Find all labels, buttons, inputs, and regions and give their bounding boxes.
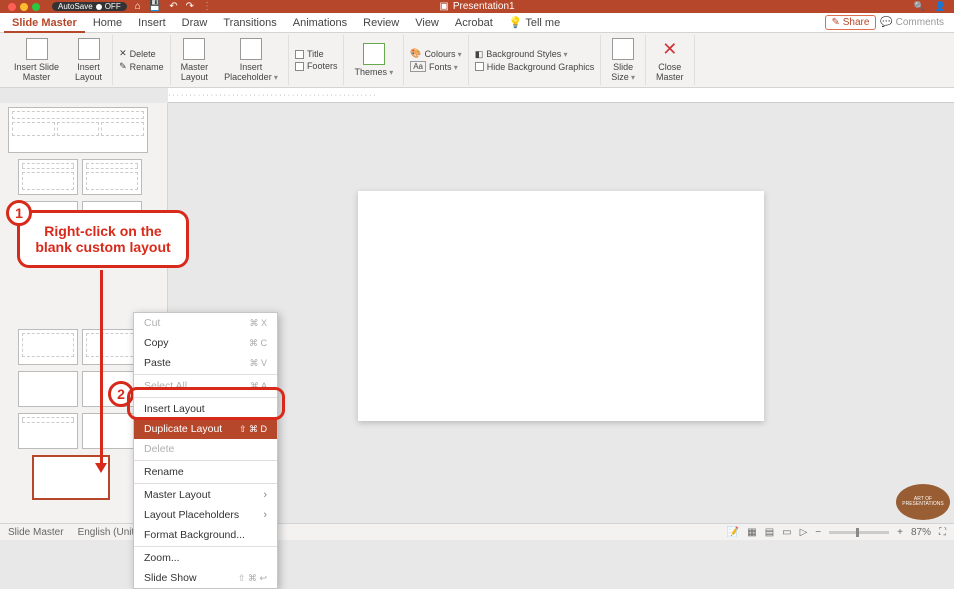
view-sorter-icon[interactable]: ▤ <box>765 527 774 538</box>
layout-thumb[interactable] <box>18 329 78 365</box>
minimize-window[interactable] <box>20 3 28 11</box>
ribbon-tabs: Slide Master Home Insert Draw Transition… <box>0 13 954 33</box>
callout-number-1: 1 <box>6 200 32 226</box>
comments-button[interactable]: 💬 Comments <box>880 17 944 28</box>
fit-to-window[interactable]: ⛶ <box>939 527 946 538</box>
master-layout-button[interactable]: Master Layout <box>177 36 213 84</box>
fonts-dropdown[interactable]: AaFonts <box>410 61 461 72</box>
callout-1: Right-click on the blank custom layout <box>17 210 189 268</box>
callout-1-arrowhead <box>95 463 107 473</box>
tab-transitions[interactable]: Transitions <box>215 13 284 33</box>
zoom-slider[interactable] <box>829 531 889 534</box>
tab-slide-master[interactable]: Slide Master <box>4 13 85 33</box>
ribbon: Insert Slide Master Insert Layout ✕Delet… <box>0 33 954 88</box>
quick-access-toolbar: ⌂ 💾 ↶ ↷ ⋮ <box>135 1 212 12</box>
tab-view[interactable]: View <box>407 13 447 33</box>
search-icon[interactable]: 🔍 <box>914 1 925 12</box>
account-icon[interactable]: 👤 <box>935 1 946 12</box>
rename-button[interactable]: ✎Rename <box>119 61 164 72</box>
ctx-cut: Cut⌘ X <box>134 313 277 333</box>
qat-sep: ⋮ <box>202 1 212 12</box>
titlebar: AutoSave OFF ⌂ 💾 ↶ ↷ ⋮ ▣ Presentation1 🔍… <box>0 0 954 13</box>
callout-number-2: 2 <box>108 381 134 407</box>
ctx-slide-show[interactable]: Slide Show⇧ ⌘ ↩ <box>134 568 277 588</box>
ctx-rename[interactable]: Rename <box>134 462 277 482</box>
insert-slide-master-button[interactable]: Insert Slide Master <box>10 36 63 84</box>
insert-layout-button[interactable]: Insert Layout <box>71 36 106 84</box>
autosave-label: AutoSave <box>58 2 93 11</box>
window-controls <box>8 3 40 11</box>
tab-home[interactable]: Home <box>85 13 130 33</box>
undo-icon[interactable]: ↶ <box>169 1 177 12</box>
slide-canvas[interactable] <box>358 191 764 421</box>
redo-icon[interactable]: ↷ <box>186 1 194 12</box>
callout-1-arrow <box>100 270 103 465</box>
zoom-out[interactable]: − <box>815 527 821 538</box>
status-mode: Slide Master <box>8 527 64 538</box>
zoom-level[interactable]: 87% <box>911 527 931 538</box>
layout-thumb[interactable] <box>18 371 78 407</box>
tab-draw[interactable]: Draw <box>174 13 216 33</box>
tab-acrobat[interactable]: Acrobat <box>447 13 501 33</box>
insert-placeholder-button[interactable]: Insert Placeholder <box>220 36 282 84</box>
ctx-delete: Delete <box>134 439 277 459</box>
ruler-horizontal: · · · · · · · · · · · · · · · · · · · · … <box>168 88 954 103</box>
callout-1-line2: blank custom layout <box>32 239 174 255</box>
ctx-layout-placeholders[interactable]: Layout Placeholders <box>134 505 277 525</box>
master-thumb[interactable] <box>8 107 148 153</box>
close-master-button[interactable]: ✕Close Master <box>652 37 688 84</box>
share-button[interactable]: ✎ Share <box>825 15 877 30</box>
doc-title: Presentation1 <box>453 1 515 12</box>
tab-insert[interactable]: Insert <box>130 13 174 33</box>
footers-checkbox[interactable]: Footers <box>295 61 338 71</box>
ctx-master-layout[interactable]: Master Layout <box>134 485 277 505</box>
ctx-paste[interactable]: Paste⌘ V <box>134 353 277 373</box>
callout-1-line1: Right-click on the <box>32 223 174 239</box>
ctx-duplicate-layout[interactable]: Duplicate Layout⇧ ⌘ D <box>134 419 277 439</box>
tab-animations[interactable]: Animations <box>285 13 355 33</box>
hide-bg-checkbox[interactable]: Hide Background Graphics <box>475 62 595 72</box>
view-slideshow-icon[interactable]: ▷ <box>800 527 808 538</box>
layout-thumb[interactable] <box>18 413 78 449</box>
close-window[interactable] <box>8 3 16 11</box>
maximize-window[interactable] <box>32 3 40 11</box>
tab-review[interactable]: Review <box>355 13 407 33</box>
ctx-zoom[interactable]: Zoom... <box>134 548 277 568</box>
colours-dropdown[interactable]: 🎨Colours <box>410 48 461 59</box>
view-reading-icon[interactable]: ▭ <box>782 527 791 538</box>
status-language[interactable]: English (Unite <box>78 527 140 538</box>
title-checkbox[interactable]: Title <box>295 49 338 59</box>
powerpoint-icon: ▣ <box>439 1 448 12</box>
autosave-toggle[interactable]: AutoSave OFF <box>52 2 127 11</box>
ctx-format-background[interactable]: Format Background... <box>134 525 277 545</box>
bg-styles-dropdown[interactable]: ◧Background Styles <box>475 49 595 60</box>
tell-me[interactable]: 💡 Tell me <box>501 13 568 33</box>
canvas-area[interactable] <box>168 103 954 538</box>
save-icon[interactable]: 💾 <box>149 1 161 12</box>
layout-thumb[interactable] <box>18 159 78 195</box>
themes-button[interactable]: Themes <box>350 41 397 79</box>
watermark-logo: ART OFPRESENTATIONS <box>896 484 950 520</box>
zoom-in[interactable]: + <box>897 527 903 538</box>
autosave-state: OFF <box>105 2 121 11</box>
selected-blank-layout-thumb[interactable] <box>32 455 110 500</box>
context-menu: Cut⌘ X Copy⌘ C Paste⌘ V Select All⌘ A In… <box>133 312 278 589</box>
layout-thumb[interactable] <box>82 159 142 195</box>
home-icon[interactable]: ⌂ <box>135 1 141 12</box>
ctx-insert-layout[interactable]: Insert Layout <box>134 399 277 419</box>
view-normal-icon[interactable]: ▦ <box>747 527 756 538</box>
slide-size-button[interactable]: Slide Size <box>607 36 639 84</box>
delete-button[interactable]: ✕Delete <box>119 48 164 59</box>
ctx-select-all: Select All⌘ A <box>134 376 277 396</box>
notes-button[interactable]: 📝 <box>727 527 739 538</box>
ctx-copy[interactable]: Copy⌘ C <box>134 333 277 353</box>
doc-title-area: ▣ Presentation1 <box>439 1 514 12</box>
